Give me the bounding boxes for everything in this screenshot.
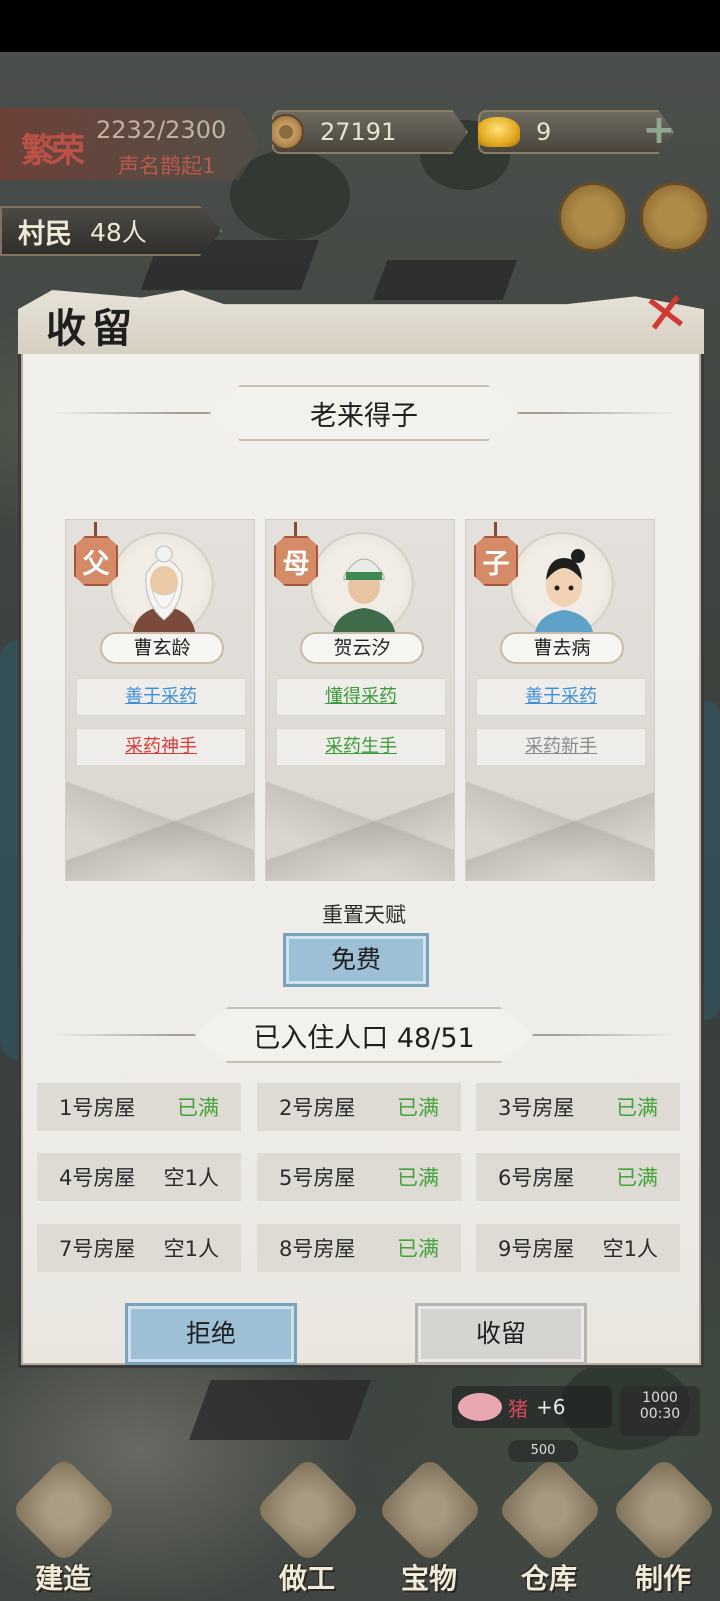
nav-work-label: 做工 <box>278 1562 335 1595</box>
prestige-rank: 繁荣 <box>21 130 85 171</box>
timer: 00:30 <box>639 1406 681 1422</box>
nav-build-label: 建造 <box>34 1562 91 1595</box>
population-banner: 已入住人口 48/51 <box>51 1007 677 1063</box>
house-status: 已满 <box>177 1096 219 1120</box>
add-gold-icon[interactable]: + <box>636 108 682 154</box>
mother-portrait <box>310 532 414 638</box>
bottom-nav: 建造 做工 宝物 仓库 制作 <box>0 1456 720 1601</box>
nav-warehouse[interactable]: 仓库 <box>494 1456 604 1601</box>
build-icon <box>10 1456 118 1564</box>
coins-counter[interactable]: 27191 <box>272 110 468 154</box>
coins-value: 27191 <box>320 118 397 146</box>
house-status: 已满 <box>616 1096 658 1120</box>
house-name: 8号房屋 <box>279 1237 356 1261</box>
family-card-father: 父 曹玄龄 善于采药 采药神手 <box>65 519 255 881</box>
house-4[interactable]: 4号房屋 空1人 <box>37 1153 241 1201</box>
work-icon <box>254 1456 362 1564</box>
settings-gear-icon[interactable] <box>640 182 710 252</box>
pig-delta: +6 <box>536 1395 566 1419</box>
mother-trait-1[interactable]: 懂得采药 <box>276 678 446 716</box>
house-name: 7号房屋 <box>59 1237 136 1261</box>
event-banner: 老来得子 <box>51 385 677 441</box>
copper-coin-icon <box>272 114 304 150</box>
role-tag-mother: 母 <box>274 536 318 586</box>
family-card-mother: 母 贺云汐 懂得采药 采药生手 <box>265 519 455 881</box>
pig-icon <box>458 1393 502 1421</box>
house-name: 5号房屋 <box>279 1166 356 1190</box>
event-title: 老来得子 <box>209 385 519 441</box>
house-name: 1号房屋 <box>59 1096 136 1120</box>
house-name: 6号房屋 <box>498 1166 575 1190</box>
event-scroll-icon[interactable] <box>558 182 628 252</box>
system-status-bar <box>0 0 720 52</box>
son-portrait <box>510 532 614 638</box>
nav-treasure-label: 宝物 <box>400 1562 457 1595</box>
house-name: 3号房屋 <box>498 1096 575 1120</box>
son-trait-1[interactable]: 善于采药 <box>476 678 646 716</box>
father-trait-1[interactable]: 善于采药 <box>76 678 246 716</box>
house-6[interactable]: 6号房屋 已满 <box>476 1153 680 1201</box>
close-icon[interactable]: ✕ <box>634 279 697 348</box>
villagers-label: 村民 <box>18 218 72 250</box>
house-7[interactable]: 7号房屋 空1人 <box>37 1224 241 1272</box>
house-status: 已满 <box>397 1166 439 1190</box>
house-2[interactable]: 2号房屋 已满 <box>257 1083 461 1131</box>
prestige-value: 2232/2300 <box>96 116 227 144</box>
nav-craft-label: 制作 <box>634 1562 691 1595</box>
house-1[interactable]: 1号房屋 已满 <box>37 1083 241 1131</box>
father-portrait <box>110 532 214 638</box>
house-9[interactable]: 9号房屋 空1人 <box>476 1224 680 1272</box>
house-name: 9号房屋 <box>498 1237 575 1261</box>
mother-name: 贺云汐 <box>300 632 424 664</box>
craft-icon <box>610 1456 718 1564</box>
population-label: 已入住人口 48/51 <box>194 1007 534 1063</box>
gold-ingot-icon <box>478 117 520 147</box>
father-trait-2[interactable]: 采药神手 <box>76 728 246 766</box>
house-8[interactable]: 8号房屋 已满 <box>257 1224 461 1272</box>
house-status: 空1人 <box>163 1237 219 1261</box>
mother-trait-2[interactable]: 采药生手 <box>276 728 446 766</box>
son-name: 曹去病 <box>500 632 624 664</box>
house-name: 2号房屋 <box>279 1096 356 1120</box>
pig-income-notice: 猪 +6 <box>452 1386 612 1428</box>
house-status: 空1人 <box>602 1237 658 1261</box>
role-tag-son: 子 <box>474 536 518 586</box>
pig-name: 猪 <box>508 1396 528 1421</box>
nav-treasure[interactable]: 宝物 <box>374 1456 484 1601</box>
villagers-panel[interactable]: 村民 48人 <box>0 206 222 256</box>
house-status: 空1人 <box>163 1166 219 1190</box>
son-trait-2[interactable]: 采药新手 <box>476 728 646 766</box>
house-status: 已满 <box>397 1237 439 1261</box>
house-3[interactable]: 3号房屋 已满 <box>476 1083 680 1131</box>
free-reset-button[interactable]: 免费 <box>283 933 429 987</box>
nav-craft[interactable]: 制作 <box>608 1456 718 1601</box>
family-card-son: 子 曹去病 善于采药 采药新手 <box>465 519 655 881</box>
nav-warehouse-label: 仓库 <box>520 1562 577 1595</box>
warehouse-icon <box>496 1456 604 1564</box>
nav-build[interactable]: 建造 <box>8 1456 118 1601</box>
house-status: 已满 <box>616 1166 658 1190</box>
timer-box: 1000 00:30 <box>620 1386 700 1436</box>
nav-work[interactable]: 做工 <box>252 1456 362 1601</box>
house-name: 4号房屋 <box>59 1166 136 1190</box>
father-name: 曹玄龄 <box>100 632 224 664</box>
reset-talent-label: 重置天赋 <box>322 903 406 927</box>
gold-value: 9 <box>536 118 552 146</box>
role-tag-father: 父 <box>74 536 118 586</box>
reject-button[interactable]: 拒绝 <box>125 1303 297 1365</box>
dialog-title: 收留 <box>46 305 138 352</box>
house-status: 已满 <box>397 1096 439 1120</box>
prestige-title: 声名鹊起1 <box>118 154 216 178</box>
villagers-count: 48人 <box>90 218 147 247</box>
price-badge: 500 <box>508 1440 578 1462</box>
timer-price: 1000 <box>642 1390 678 1406</box>
house-5[interactable]: 5号房屋 已满 <box>257 1153 461 1201</box>
treasure-icon <box>376 1456 484 1564</box>
dialog-body: 老来得子 父 曹玄龄 善于采药 采药神手 母 贺云汐 懂得采药 采药生手 子 曹… <box>18 348 704 1368</box>
shelter-dialog: 老来得子 父 曹玄龄 善于采药 采药神手 母 贺云汐 懂得采药 采药生手 子 曹… <box>18 279 704 1370</box>
accept-button[interactable]: 收留 <box>415 1303 587 1365</box>
